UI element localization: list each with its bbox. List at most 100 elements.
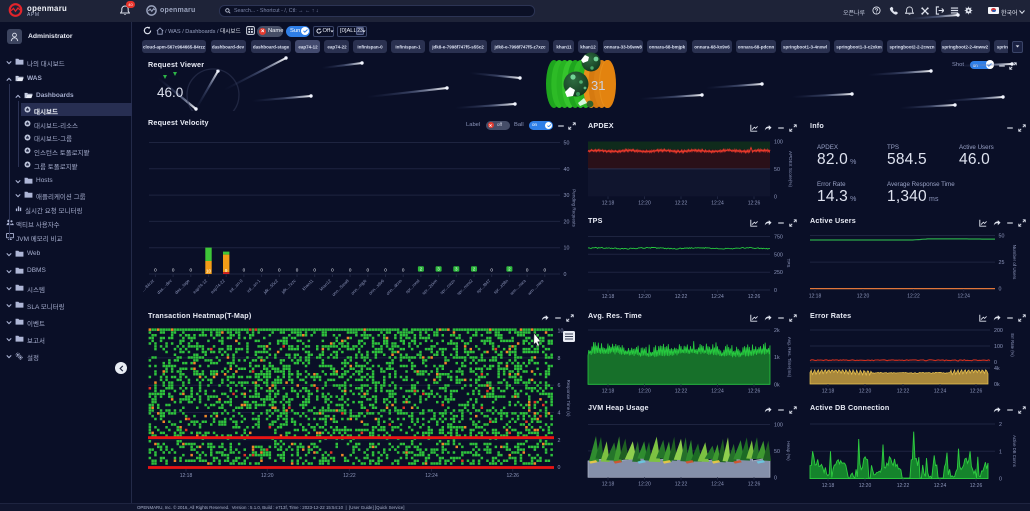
svg-text:2: 2	[420, 267, 423, 272]
svg-text:...-84rzz: ...-84rzz	[141, 278, 156, 293]
svg-text:Active DB Conns: Active DB Conns	[1012, 435, 1017, 467]
svg-text:1k: 1k	[774, 355, 780, 361]
svg-text:0: 0	[278, 268, 281, 273]
svg-text:0: 0	[526, 268, 529, 273]
svg-text:2: 2	[508, 267, 511, 272]
svg-text:wm-...nara: wm-...nara	[527, 278, 545, 296]
svg-text:50: 50	[774, 449, 780, 455]
svg-text:0: 0	[544, 268, 547, 273]
svg-text:0: 0	[154, 268, 157, 273]
svg-text:1: 1	[999, 449, 1002, 455]
svg-text:inf...an-0: inf...an-0	[228, 278, 244, 294]
svg-text:Avg. Res. Time(ms): Avg. Res. Time(ms)	[787, 337, 792, 378]
svg-text:0: 0	[296, 268, 299, 273]
svg-text:12:20: 12:20	[857, 294, 870, 300]
svg-text:Heap (%): Heap (%)	[786, 441, 791, 461]
svg-text:Number of Users: Number of Users	[1012, 245, 1017, 280]
svg-text:100: 100	[774, 423, 783, 429]
svg-text:0: 0	[384, 268, 387, 273]
svg-text:Response Time (s): Response Time (s)	[566, 380, 571, 417]
svg-text:0: 0	[260, 268, 263, 273]
svg-text:onn...x9v6: onn...x9v6	[368, 278, 386, 296]
svg-text:12:20: 12:20	[638, 201, 651, 207]
svg-text:12:24: 12:24	[934, 483, 947, 489]
svg-text:50: 50	[774, 167, 780, 173]
svg-text:Pending Requests: Pending Requests	[572, 189, 577, 227]
svg-text:12:22: 12:22	[343, 473, 356, 479]
svg-text:12:22: 12:22	[675, 482, 688, 488]
svg-text:0: 0	[490, 268, 493, 273]
svg-text:12:26: 12:26	[748, 389, 761, 395]
svg-text:onn...mjpk: onn...mjpk	[350, 278, 368, 296]
svg-text:12:18: 12:18	[180, 473, 193, 479]
svg-text:12:22: 12:22	[897, 389, 910, 395]
svg-text:10: 10	[564, 246, 570, 252]
svg-text:4k: 4k	[994, 366, 1000, 372]
svg-text:0: 0	[402, 268, 405, 273]
svg-text:12:24: 12:24	[711, 389, 724, 395]
svg-text:0: 0	[367, 268, 370, 273]
svg-text:inf...an-1: inf...an-1	[246, 278, 262, 294]
svg-text:12:18: 12:18	[822, 483, 835, 489]
svg-text:31: 31	[591, 78, 605, 93]
svg-text:12:26: 12:26	[748, 201, 761, 207]
svg-text:50: 50	[999, 234, 1005, 240]
svg-text:4: 4	[558, 411, 561, 417]
svg-text:200: 200	[994, 328, 1003, 334]
svg-text:6: 6	[558, 383, 561, 389]
svg-text:30: 30	[564, 193, 570, 199]
svg-text:onn...5ww8: onn...5ww8	[331, 278, 350, 297]
svg-text:12:18: 12:18	[822, 389, 835, 395]
svg-text:0: 0	[999, 287, 1002, 293]
svg-text:12:22: 12:22	[675, 201, 688, 207]
svg-text:0: 0	[774, 194, 777, 200]
svg-text:0: 0	[190, 268, 193, 273]
svg-text:0k: 0k	[774, 382, 780, 388]
svg-text:46.0: 46.0	[157, 85, 183, 100]
svg-text:500: 500	[774, 252, 783, 258]
svg-text:Err Rate (%): Err Rate (%)	[1010, 333, 1015, 357]
svg-text:12:22: 12:22	[897, 483, 910, 489]
svg-text:50: 50	[564, 141, 570, 147]
svg-text:3: 3	[437, 267, 440, 272]
svg-text:0: 0	[331, 268, 334, 273]
svg-text:40: 40	[564, 167, 570, 173]
svg-text:0k: 0k	[994, 382, 1000, 388]
svg-text:12:20: 12:20	[638, 294, 651, 300]
svg-text:20: 20	[564, 219, 570, 225]
svg-text:12:22: 12:22	[675, 294, 688, 300]
svg-text:APDEX Score(%): APDEX Score(%)	[788, 151, 793, 187]
svg-text:12:24: 12:24	[957, 294, 970, 300]
svg-text:das...tage: das...tage	[174, 278, 191, 295]
svg-text:750: 750	[774, 235, 783, 241]
svg-text:spr...nww2: spr...nww2	[456, 278, 474, 296]
svg-text:spr...f847: spr...f847	[475, 278, 491, 294]
svg-text:0: 0	[994, 360, 997, 366]
svg-text:jdk...55c2: jdk...55c2	[262, 278, 280, 296]
svg-text:12:26: 12:26	[748, 294, 761, 300]
svg-text:2: 2	[999, 422, 1002, 428]
svg-text:12:18: 12:18	[809, 294, 822, 300]
svg-text:0: 0	[172, 268, 175, 273]
svg-text:8: 8	[558, 356, 561, 362]
svg-text:onn...dcnn: onn...dcnn	[385, 278, 403, 296]
svg-text:jdk...7xzc: jdk...7xzc	[280, 278, 298, 296]
svg-text:12:26: 12:26	[970, 389, 983, 395]
svg-text:spr...nxwl: spr...nxwl	[404, 278, 420, 294]
svg-text:2: 2	[473, 267, 476, 272]
svg-text:0: 0	[999, 477, 1002, 483]
svg-text:12:18: 12:18	[602, 482, 615, 488]
svg-text:0: 0	[774, 288, 777, 294]
svg-text:100: 100	[994, 344, 1003, 350]
svg-text:12:22: 12:22	[675, 389, 688, 395]
svg-text:12:20: 12:20	[638, 482, 651, 488]
svg-text:spr...2xkm: spr...2xkm	[421, 278, 439, 296]
svg-text:12:18: 12:18	[602, 201, 615, 207]
svg-text:10: 10	[206, 268, 212, 273]
svg-text:0: 0	[349, 268, 352, 273]
svg-text:eap74-22: eap74-22	[210, 278, 227, 295]
svg-text:12:24: 12:24	[711, 201, 724, 207]
svg-text:12:18: 12:18	[602, 389, 615, 395]
svg-text:9: 9	[225, 268, 228, 273]
svg-text:das...-dev: das...-dev	[156, 278, 173, 295]
